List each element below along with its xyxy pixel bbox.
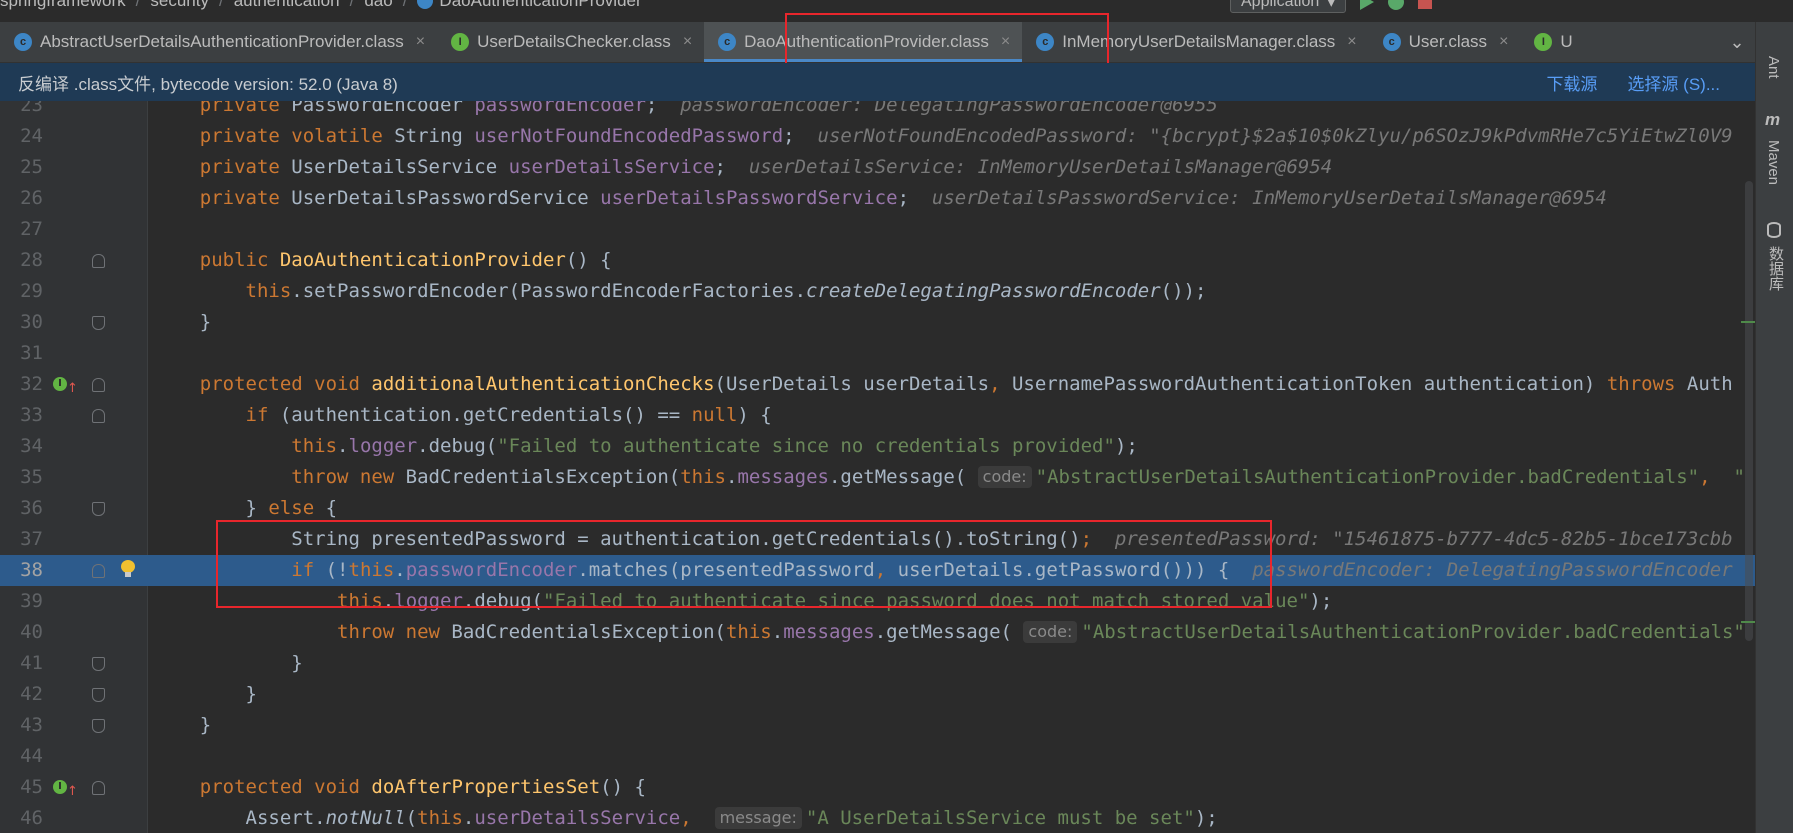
implements-icon[interactable]: I	[53, 780, 67, 794]
class-icon: c	[14, 33, 32, 51]
code-line: 27	[20, 218, 43, 240]
close-icon[interactable]: ×	[683, 33, 692, 51]
interface-icon: I	[1534, 33, 1553, 51]
breadcrumb: springframework / security / authenticatio…	[0, 0, 1755, 11]
tab-label: User.class	[1408, 32, 1488, 51]
editor-scrollbar[interactable]	[1741, 101, 1755, 833]
database-icon	[1767, 222, 1781, 238]
fold-icon[interactable]	[92, 564, 105, 578]
maven-icon: m	[1765, 110, 1781, 129]
close-icon[interactable]: ×	[1001, 33, 1010, 51]
ant-tool-button[interactable]: Ant	[1765, 56, 1782, 79]
code-line: 44	[20, 745, 43, 767]
fold-icon[interactable]	[92, 316, 105, 330]
run-icon[interactable]	[1360, 0, 1375, 10]
code-line: 43 }	[20, 714, 212, 736]
code-line: 23 private PasswordEncoder passwordEncod…	[20, 101, 1218, 116]
editor-tab-bar: c AbstractUserDetailsAuthenticationProvi…	[0, 22, 1755, 63]
breadcrumb-separator: /	[402, 0, 408, 10]
right-tool-window-strip: Ant m Maven 数据库	[1755, 22, 1793, 833]
tab-truncated[interactable]: I U	[1520, 22, 1584, 62]
scrollbar-thumb[interactable]	[1745, 181, 1753, 641]
decompiled-banner: 反编译 .class文件, bytecode version: 52.0 (Ja…	[0, 63, 1755, 101]
fold-icon[interactable]	[92, 688, 105, 702]
tab-user-details-checker[interactable]: I UserDetailsChecker.class ×	[437, 22, 704, 62]
code-line: 42 }	[20, 683, 257, 705]
code-line: 29 this.setPasswordEncoder(PasswordEncod…	[20, 280, 1207, 302]
class-icon	[417, 0, 434, 9]
code-line: 33 if (authentication.getCredentials() =…	[20, 404, 772, 426]
run-config-select[interactable]: Application ▾	[1230, 0, 1347, 13]
code-line: 31	[20, 342, 43, 364]
lightbulb-icon[interactable]	[120, 560, 136, 578]
stop-icon[interactable]	[1418, 0, 1433, 9]
database-tool-button[interactable]: 数据库	[1765, 246, 1786, 291]
code-line: 24 private volatile String userNotFoundE…	[20, 125, 1733, 147]
fold-icon[interactable]	[92, 378, 105, 392]
scroll-marker	[1741, 621, 1755, 623]
tab-label: UserDetailsChecker.class	[477, 32, 671, 51]
code-line: 26 private UserDetailsPasswordService us…	[20, 187, 1607, 209]
breadcrumb-separator: /	[349, 0, 355, 10]
tab-user[interactable]: c User.class ×	[1369, 22, 1521, 62]
code-line: 41 }	[20, 652, 303, 674]
tab-label: DaoAuthenticationProvider.class	[744, 32, 989, 51]
class-icon: c	[718, 33, 737, 51]
tab-label: InMemoryUserDetailsManager.class	[1062, 32, 1336, 51]
param-hint: code:	[1023, 621, 1078, 643]
code-line-selected: 38 if (!this.passwordEncoder.matches(pre…	[0, 555, 1755, 586]
tab-overflow-chevron-icon[interactable]: ⌄	[1719, 22, 1755, 62]
run-toolbar: Application ▾	[1230, 0, 1433, 13]
breadcrumb-item[interactable]: security	[150, 0, 209, 11]
tab-dao-authentication-provider[interactable]: c DaoAuthenticationProvider.class ×	[704, 22, 1023, 62]
tab-label: U	[1560, 32, 1573, 51]
fold-icon[interactable]	[92, 657, 105, 671]
code-line: 40 throw new BadCredentialsException(thi…	[20, 621, 1745, 643]
code-line: 37 String presentedPassword = authentica…	[20, 528, 1733, 550]
param-hint: code:	[977, 466, 1032, 488]
fold-icon[interactable]	[92, 254, 105, 268]
banner-text: 反编译 .class文件, bytecode version: 52.0 (Ja…	[18, 74, 398, 94]
breadcrumb-item[interactable]: DaoAuthenticationProvider	[439, 0, 641, 11]
fold-icon[interactable]	[92, 502, 105, 516]
interface-icon: I	[451, 33, 470, 51]
breadcrumb-item[interactable]: authentication	[234, 0, 340, 11]
implements-icon[interactable]: I	[53, 377, 67, 391]
tab-abstract-user-details-auth-provider[interactable]: c AbstractUserDetailsAuthenticationProvi…	[0, 22, 437, 62]
fold-icon[interactable]	[92, 781, 105, 795]
code-line: 35 throw new BadCredentialsException(thi…	[20, 466, 1745, 488]
code-line: 39 this.logger.debug("Failed to authenti…	[20, 590, 1333, 612]
close-icon[interactable]: ×	[1347, 33, 1356, 51]
breadcrumb-item[interactable]: springframework	[0, 0, 126, 11]
code-line: 28 public DaoAuthenticationProvider() {	[20, 249, 612, 271]
code-line: 30 }	[20, 311, 212, 333]
param-hint: message:	[714, 807, 802, 829]
tab-in-memory-user-details-manager[interactable]: c InMemoryUserDetailsManager.class ×	[1022, 22, 1368, 62]
code-line: 34 this.logger.debug("Failed to authenti…	[20, 435, 1138, 457]
close-icon[interactable]: ×	[1499, 33, 1508, 51]
tab-label: AbstractUserDetailsAuthenticationProvide…	[40, 32, 404, 51]
class-icon: c	[1036, 33, 1055, 51]
run-config-label: Application	[1241, 0, 1320, 10]
code-line: 32 I ↑ protected void additionalAuthentica…	[0, 369, 1755, 400]
code-line: 46 Assert.notNull(this.userDetailsServic…	[20, 807, 1218, 829]
breadcrumb-separator: /	[135, 0, 141, 10]
fold-icon[interactable]	[92, 409, 105, 423]
class-icon: c	[1382, 33, 1401, 51]
breadcrumb-item[interactable]: dao	[364, 0, 392, 11]
download-sources-link[interactable]: 下载源	[1546, 70, 1597, 95]
fold-icon[interactable]	[92, 719, 105, 733]
choose-sources-link[interactable]: 选择源 (S)...	[1627, 70, 1720, 95]
breadcrumb-separator: /	[218, 0, 224, 10]
code-line: 36 } else {	[20, 497, 338, 519]
debug-icon[interactable]	[1388, 0, 1405, 10]
maven-tool-button[interactable]: Maven	[1765, 140, 1782, 185]
code-line: 25 private UserDetailsService userDetail…	[20, 156, 1333, 178]
scroll-marker	[1741, 321, 1755, 323]
code-editor[interactable]: 23 private PasswordEncoder passwordEncod…	[0, 101, 1755, 833]
code-line: 45 I ↑ protected void doAfterPropertiesSet…	[0, 772, 1755, 803]
chevron-down-icon: ▾	[1327, 0, 1336, 11]
close-icon[interactable]: ×	[416, 33, 425, 51]
